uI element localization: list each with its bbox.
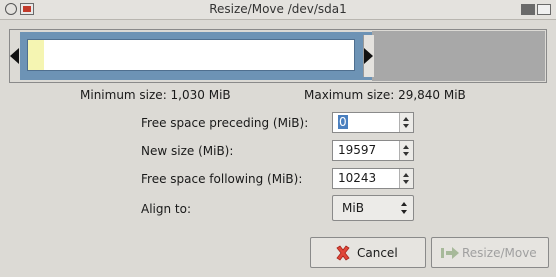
spin-down-icon[interactable] (403, 152, 409, 156)
free-space-following-spinbox[interactable]: 10243 (332, 168, 414, 189)
minimize-button[interactable] (521, 4, 535, 15)
align-to-select[interactable]: MiB (332, 195, 414, 221)
spin-up-icon[interactable] (403, 173, 409, 177)
maximize-button[interactable] (537, 4, 551, 15)
new-size-spinbox[interactable]: 19597 (332, 140, 414, 161)
right-resize-handle-icon[interactable] (364, 48, 373, 64)
partition-visualizer[interactable] (9, 29, 547, 83)
window-title: Resize/Move /dev/sda1 (209, 2, 347, 16)
cancel-label: Cancel (357, 246, 398, 260)
resize-move-button[interactable]: Resize/Move (431, 237, 549, 268)
spin-up-icon[interactable] (403, 117, 409, 121)
cancel-x-icon (336, 245, 350, 261)
spin-arrows[interactable] (399, 113, 413, 132)
spin-arrows[interactable] (399, 141, 413, 160)
spin-down-icon[interactable] (403, 124, 409, 128)
left-resize-handle-icon[interactable] (10, 48, 19, 64)
minimum-size-label: Minimum size: 1,030 MiB (80, 88, 231, 102)
new-size-label: New size (MiB): (141, 144, 234, 158)
free-space-preceding-value[interactable]: 0 (338, 115, 348, 129)
used-space-fill (28, 40, 44, 70)
free-space-following-label: Free space following (MiB): (141, 172, 303, 186)
resize-move-label: Resize/Move (462, 246, 537, 260)
resize-arrow-icon (441, 247, 459, 259)
spin-arrows[interactable] (399, 169, 413, 188)
new-size-value[interactable]: 19597 (338, 143, 376, 157)
maximum-size-label: Maximum size: 29,840 MiB (304, 88, 466, 102)
partition-inner (27, 39, 355, 71)
free-space-preceding-spinbox[interactable]: 0 (332, 112, 414, 133)
align-to-label: Align to: (141, 202, 192, 216)
cancel-button[interactable]: Cancel (310, 237, 426, 268)
title-bar: Resize/Move /dev/sda1 (0, 0, 556, 20)
spin-down-icon[interactable] (403, 180, 409, 184)
spin-up-icon[interactable] (403, 145, 409, 149)
combo-arrows-icon (399, 200, 409, 216)
align-to-value: MiB (342, 201, 364, 215)
free-space-area (372, 31, 545, 81)
free-space-following-value[interactable]: 10243 (338, 171, 376, 185)
partition-block[interactable] (20, 32, 372, 80)
free-space-preceding-label: Free space preceding (MiB): (141, 116, 309, 130)
